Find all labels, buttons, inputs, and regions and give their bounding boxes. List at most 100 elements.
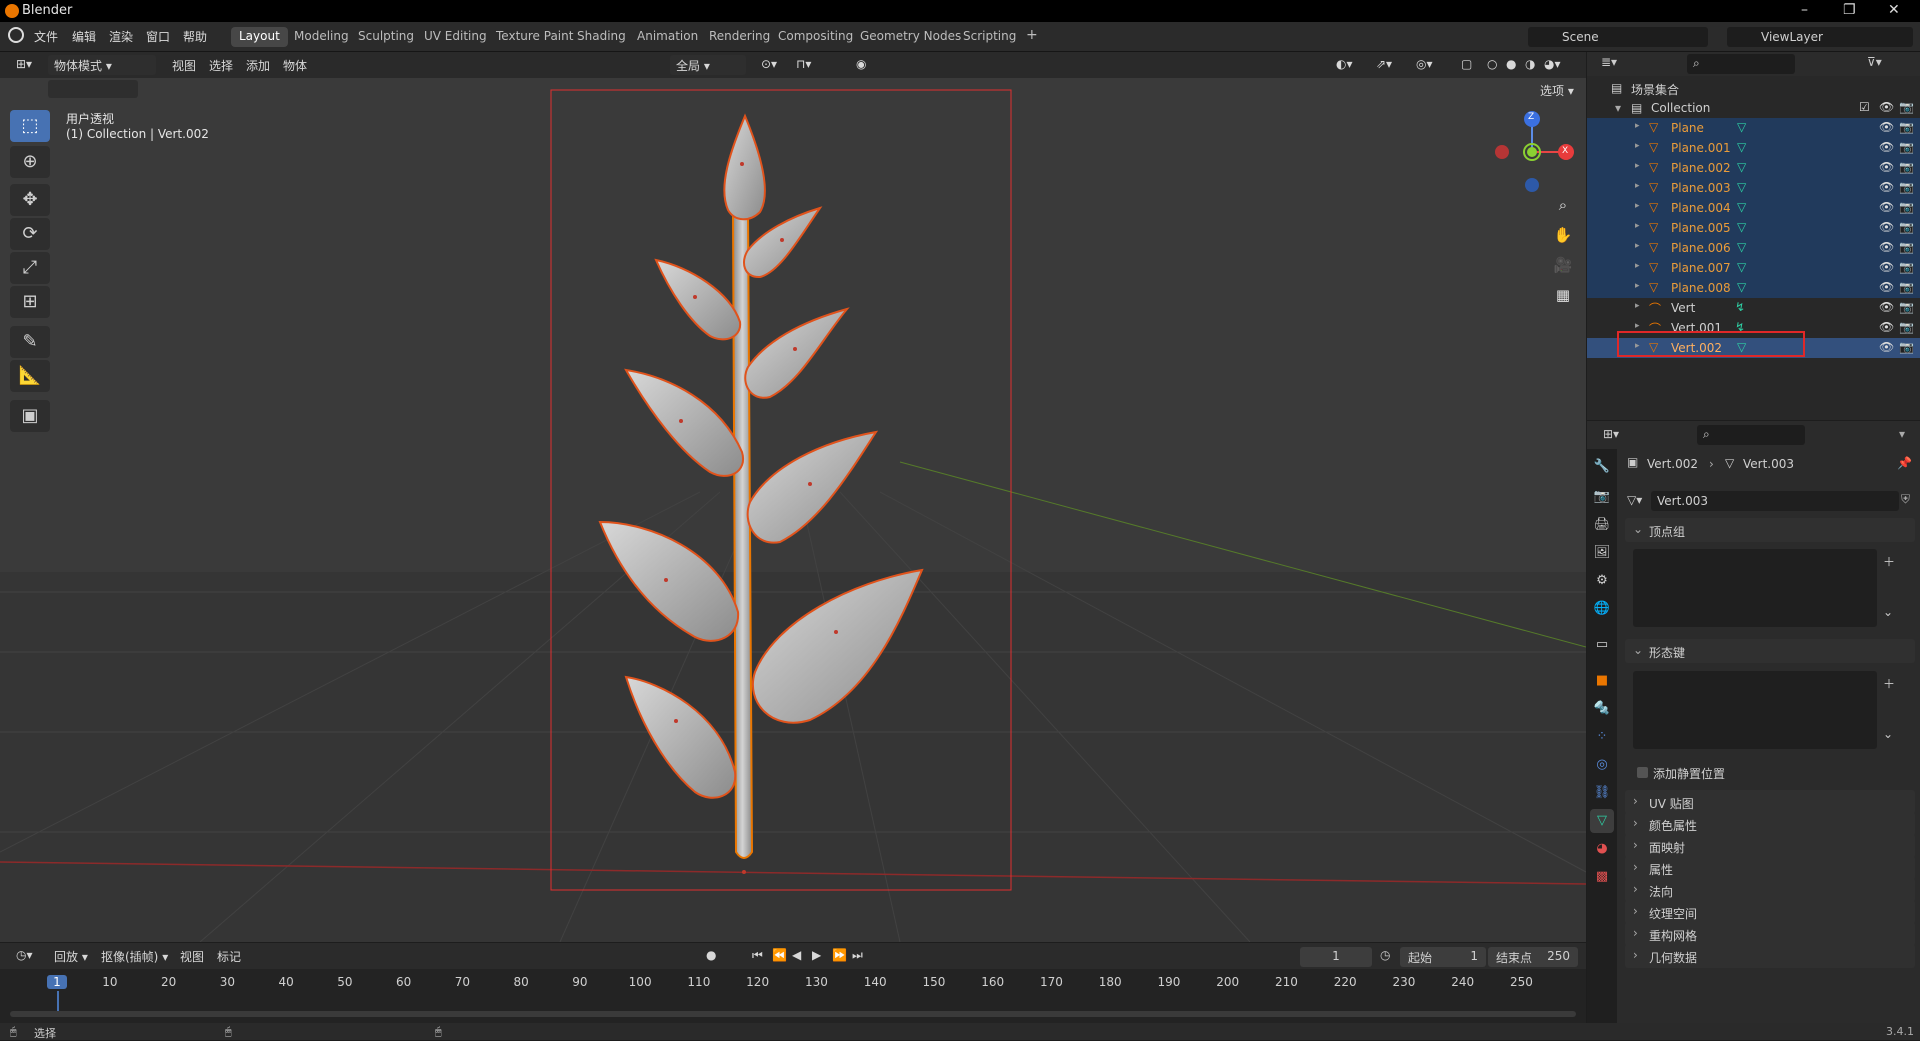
render-camera-icon[interactable]: 📷 [1899, 140, 1914, 154]
mesh-data-icon[interactable]: ▽ [1737, 140, 1746, 154]
datablock-field[interactable]: Vert.003 [1651, 491, 1899, 511]
tab-sculpting[interactable]: Sculpting [350, 27, 422, 47]
menu-keying[interactable]: 抠像(插帧) ▾ [95, 946, 174, 966]
viewlayer-selector[interactable]: ViewLayer [1727, 27, 1913, 47]
data-tab-icon[interactable]: ▽ [1590, 809, 1614, 833]
render-tab-icon[interactable]: 📷 [1590, 485, 1614, 509]
expand-arrow-icon[interactable]: ▸ [1635, 221, 1640, 231]
tab-shading[interactable]: Shading [569, 27, 634, 47]
menu-edit[interactable]: 编辑 [72, 28, 96, 45]
mesh-data-icon[interactable]: ▽ [1737, 120, 1746, 134]
panel-shape-keys[interactable]: ⌄ 形态键 [1625, 639, 1915, 663]
expand-arrow-icon[interactable]: ▸ [1635, 281, 1640, 291]
panel-collapsed[interactable]: › 面映射 [1625, 834, 1915, 858]
menu-render[interactable]: 渲染 [109, 28, 133, 45]
scene-tab-icon[interactable]: ⚙ [1590, 569, 1614, 593]
restore-button[interactable]: ❐ [1843, 2, 1856, 18]
mesh-data-icon[interactable]: ▽ [1737, 280, 1746, 294]
playhead[interactable] [57, 991, 59, 1011]
render-camera-icon[interactable]: 📷 [1899, 180, 1914, 194]
transform-tool[interactable]: ⊞ [10, 286, 50, 318]
properties-editor[interactable]: ⊞▾ ⌕ ▾ 🔧 📷 🖨 🖼 ⚙ 🌐 ▭ ■ 🔩 ⁘ ◎ ⛓ ▽ ◕ ▩ ▣ V… [1587, 421, 1920, 1040]
mesh-data-icon[interactable]: ▽ [1737, 180, 1746, 194]
tab-animation[interactable]: Animation [629, 27, 706, 47]
fake-user-shield-icon[interactable]: ⛨ [1901, 492, 1910, 507]
pivot-icon[interactable]: ⊙▾ [755, 55, 783, 75]
menu-timeline-view[interactable]: 视图 [174, 946, 210, 966]
snap-icon[interactable]: ⊓▾ [790, 55, 817, 75]
vertex-group-menu-icon[interactable]: ⌄ [1883, 605, 1893, 619]
outliner-row[interactable]: ▸ ▽ Plane.003 ▽ 👁 📷 [1587, 178, 1920, 198]
modifier-tab-icon[interactable]: 🔩 [1590, 697, 1614, 721]
menu-select[interactable]: 选择 [203, 55, 239, 75]
output-tab-icon[interactable]: 🖨 [1590, 513, 1614, 537]
play-reverse-icon[interactable]: ◀ [786, 946, 807, 966]
measure-tool[interactable]: 📐 [10, 360, 50, 392]
shape-key-menu-icon[interactable]: ⌄ [1883, 727, 1893, 741]
render-camera-icon[interactable]: 📷 [1899, 260, 1914, 274]
cursor-tool[interactable]: ⊕ [10, 146, 50, 178]
expand-arrow-icon[interactable]: ▸ [1635, 201, 1640, 211]
panel-collapsed[interactable]: › UV 贴图 [1625, 790, 1915, 814]
expand-arrow-icon[interactable]: ▸ [1635, 181, 1640, 191]
mesh-data-icon[interactable]: ▽ [1737, 260, 1746, 274]
render-camera-icon[interactable]: 📷 [1899, 160, 1914, 174]
clock-icon[interactable]: ◷ [1380, 948, 1390, 962]
filter-icon[interactable]: ⊽▾ [1867, 55, 1882, 69]
render-camera-icon[interactable]: 📷 [1899, 120, 1914, 134]
timeline-editor-type-icon[interactable]: ◷▾ [10, 946, 39, 966]
visibility-eye-icon[interactable]: 👁 [1879, 220, 1894, 234]
pan-hand-icon[interactable]: ✋ [1550, 222, 1576, 248]
visibility-eye-icon[interactable]: 👁 [1879, 200, 1894, 214]
mesh-browse-icon[interactable]: ▽▾ [1627, 493, 1642, 507]
outliner[interactable]: ≣▾ ⌕ ⊽▾ ▤ 场景集合 ▾ ▤ Collection ☑ 👁 📷 ▸ ▽ Pl… [1587, 52, 1920, 420]
camera-view-icon[interactable]: 🎥 [1550, 252, 1576, 278]
proportional-edit-icon[interactable]: ◉ [850, 55, 872, 75]
add-shape-key-button[interactable]: ＋ [1883, 675, 1895, 692]
perspective-grid-icon[interactable]: ▦ [1550, 282, 1576, 308]
visibility-eye-icon[interactable]: 👁 [1879, 140, 1894, 154]
outliner-row[interactable]: ▸ ⌒ Vert ↯ 👁 📷 [1587, 298, 1920, 318]
end-frame-field[interactable]: 结束点 250 [1488, 947, 1578, 967]
menu-view[interactable]: 视图 [166, 55, 202, 75]
visibility-eye-icon[interactable]: 👁 [1879, 120, 1894, 134]
render-camera-icon[interactable]: 📷 [1899, 300, 1914, 314]
scale-tool[interactable]: ⤢ [10, 252, 50, 284]
outliner-collection[interactable]: ▾ ▤ Collection ☑ 👁 📷 [1587, 98, 1920, 118]
tab-texture-paint[interactable]: Texture Paint [488, 27, 581, 47]
constraints-tab-icon[interactable]: ⛓ [1590, 781, 1614, 805]
mesh-data-icon[interactable]: ▽ [1737, 160, 1746, 174]
tab-compositing[interactable]: Compositing [770, 27, 861, 47]
physics-tab-icon[interactable]: ◎ [1590, 753, 1614, 777]
options-button[interactable]: 选项 ▾ [1534, 80, 1580, 100]
transform-orientation-select[interactable]: 全局 ▾ [670, 55, 746, 75]
world-tab-icon[interactable]: 🌐 [1590, 597, 1614, 621]
editor-type-icon[interactable]: ⊞▾ [1603, 427, 1619, 441]
annotate-tool[interactable]: ✎ [10, 326, 50, 358]
tab-geometry-nodes[interactable]: Geometry Nodes [852, 27, 969, 47]
properties-search[interactable]: ⌕ [1697, 425, 1805, 445]
panel-collapsed[interactable]: › 纹理空间 [1625, 900, 1915, 924]
render-camera-icon[interactable]: 📷 [1899, 280, 1914, 294]
visibility-eye-icon[interactable]: 👁 [1879, 320, 1894, 334]
move-tool[interactable]: ✥ [10, 184, 50, 216]
rendered-shading-icon[interactable]: ◕▾ [1538, 55, 1567, 75]
collection-render-icon[interactable]: 📷 [1899, 100, 1914, 114]
outliner-row[interactable]: ▸ ▽ Plane.001 ▽ 👁 📷 [1587, 138, 1920, 158]
render-camera-icon[interactable]: 📷 [1899, 340, 1914, 354]
outliner-row[interactable]: ▸ ▽ Plane.008 ▽ 👁 📷 [1587, 278, 1920, 298]
add-cube-tool[interactable]: ▣ [10, 400, 50, 432]
visibility-icon[interactable]: ◐▾ [1330, 55, 1359, 75]
timeline[interactable]: ◷▾ 回放 ▾ 抠像(插帧) ▾ 视图 标记 ● ⏮ ⏪ ◀ ▶ ⏩ ⏭ 1 ◷… [0, 943, 1586, 1023]
visibility-eye-icon[interactable]: 👁 [1879, 300, 1894, 314]
visibility-eye-icon[interactable]: 👁 [1879, 280, 1894, 294]
menu-window[interactable]: 窗口 [146, 28, 170, 45]
3d-viewport[interactable]: ⊞▾ 物体模式 ▾ 视图 选择 添加 物体 全局 ▾ ⊙▾ ⊓▾ ◉ ◐▾ ⇗▾… [0, 52, 1586, 942]
outliner-search[interactable]: ⌕ [1687, 54, 1795, 74]
panel-collapsed[interactable]: › 几何数据 [1625, 944, 1915, 968]
outliner-scene-collection[interactable]: ▤ 场景集合 [1587, 78, 1920, 98]
select-box-tool[interactable]: ⬚ [10, 110, 50, 142]
view-layer-tab-icon[interactable]: 🖼 [1590, 541, 1614, 565]
vertex-group-list[interactable] [1633, 549, 1877, 627]
editor-type-button[interactable]: ⊞▾ [10, 55, 38, 75]
